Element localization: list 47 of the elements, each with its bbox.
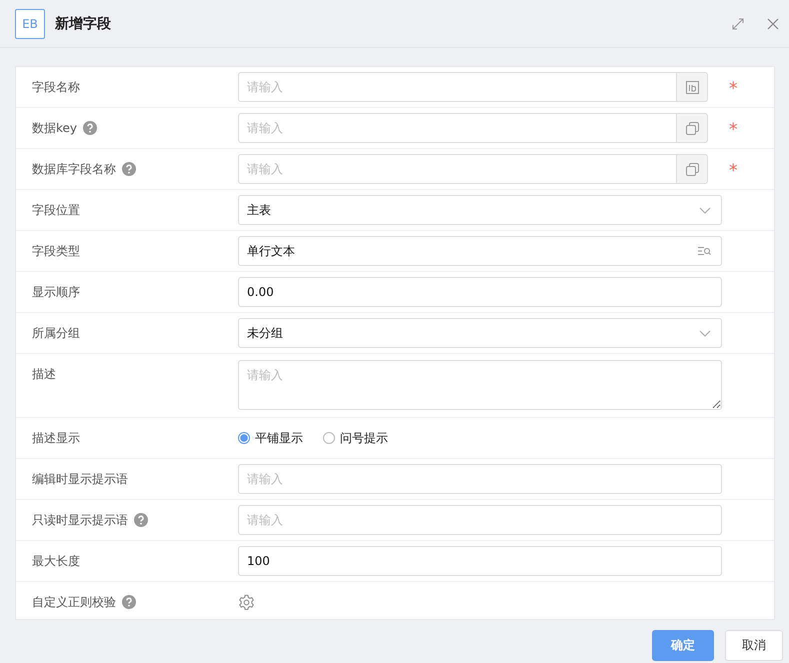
chevron-down-icon — [699, 330, 711, 336]
required-mark: * — [729, 160, 738, 180]
text-input[interactable]: 0.00 — [238, 277, 722, 307]
help-icon[interactable] — [122, 595, 136, 609]
field-label: 数据库字段名称 — [32, 160, 116, 178]
settings-icon[interactable] — [238, 594, 255, 610]
field-label: 所属分组 — [32, 324, 80, 342]
text-input[interactable]: 请输入 — [238, 154, 677, 184]
select-field[interactable]: 单行文本 — [238, 236, 722, 266]
copy-icon[interactable] — [677, 113, 708, 143]
radio-button[interactable] — [238, 432, 250, 444]
field-label: 描述显示 — [32, 430, 80, 446]
text-input[interactable]: 请输入 — [238, 113, 677, 143]
select-field[interactable]: 未分组 — [238, 318, 722, 348]
close-icon[interactable] — [767, 18, 779, 30]
window-title: 新增字段 — [55, 14, 111, 32]
text-input[interactable]: 请输入 — [238, 505, 722, 535]
app-logo: EB — [15, 8, 45, 38]
help-icon[interactable] — [122, 162, 136, 176]
text-input[interactable]: 100 — [238, 546, 722, 576]
text-input[interactable]: 请输入 — [238, 464, 722, 494]
help-icon[interactable] — [83, 121, 98, 135]
field-label: 编辑时显示提示语 — [32, 470, 128, 488]
radio-option[interactable]: 问号提示 — [323, 430, 388, 446]
required-mark: * — [729, 119, 738, 139]
radio-button[interactable] — [323, 432, 335, 444]
field-label: 字段位置 — [32, 202, 80, 218]
field-label: 自定义正则校验 — [32, 594, 116, 610]
id-card-icon[interactable] — [677, 72, 708, 102]
required-mark: * — [729, 78, 738, 98]
field-label: 字段名称 — [32, 78, 80, 96]
text-input[interactable]: 请输入 — [238, 72, 677, 102]
chevron-down-icon — [699, 206, 711, 214]
list-search-icon — [698, 246, 711, 256]
field-label: 字段类型 — [32, 242, 80, 260]
cancel-button[interactable]: 取消 — [725, 630, 783, 661]
expand-icon[interactable] — [732, 18, 744, 30]
radio-option[interactable]: 平铺显示 — [238, 430, 303, 446]
field-label: 描述 — [32, 366, 56, 383]
description-textarea[interactable]: 请输入 — [238, 360, 722, 410]
field-label: 最大长度 — [32, 552, 80, 570]
help-icon[interactable] — [134, 513, 148, 527]
copy-icon[interactable] — [677, 154, 708, 184]
field-label: 数据key — [32, 120, 78, 136]
field-label: 显示顺序 — [32, 284, 80, 300]
field-label: 只读时显示提示语 — [32, 512, 128, 528]
select-field[interactable]: 主表 — [238, 195, 722, 225]
